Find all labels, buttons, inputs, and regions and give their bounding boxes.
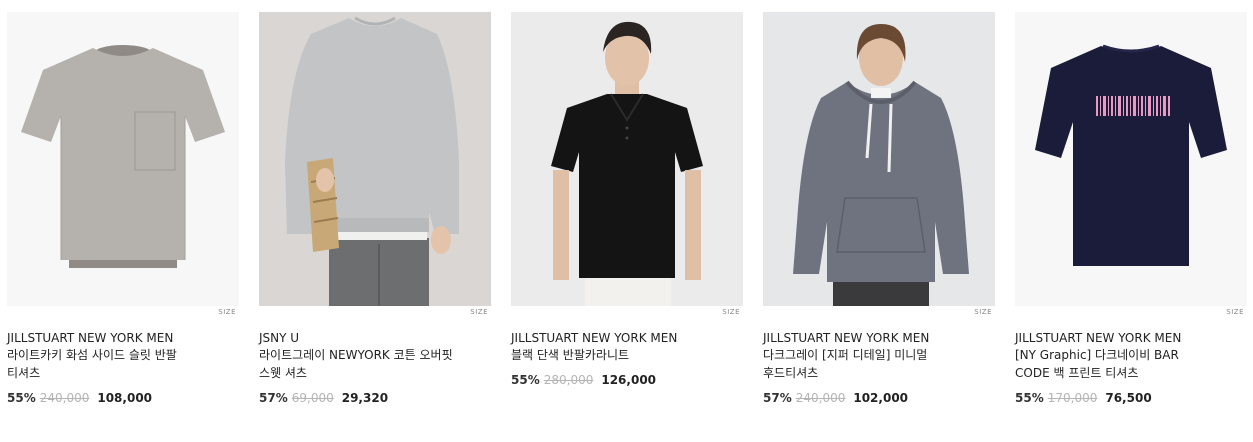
product-name[interactable]: 블랙 단색 반팔카라니트 <box>511 346 711 364</box>
product-name[interactable]: 라이트카키 화섬 사이드 슬릿 반팔 티셔츠 <box>7 346 207 382</box>
navy-barcode-tshirt-icon <box>1015 12 1247 306</box>
sale-price: 102,000 <box>853 391 909 405</box>
original-price: 240,000 <box>795 391 846 405</box>
gray-tshirt-icon <box>7 12 239 306</box>
product-name[interactable]: 라이트그레이 NEWYORK 코튼 오버핏 스웻 셔츠 <box>259 346 459 382</box>
original-price: 170,000 <box>1047 391 1098 405</box>
product-card[interactable]: SIZE JILLSTUART NEW YORK MEN 라이트카키 화섬 사이… <box>7 12 239 406</box>
product-card[interactable]: SIZE JILLSTUART NEW YORK MEN 블랙 단색 반팔카라니… <box>511 12 743 388</box>
gray-sweatshirt-icon <box>259 12 491 306</box>
brand-name: JILLSTUART NEW YORK MEN <box>7 331 174 345</box>
discount-rate: 55% <box>511 373 540 387</box>
sale-price: 108,000 <box>97 391 153 405</box>
product-card[interactable]: SIZE JILLSTUART NEW YORK MEN [NY Graphic… <box>1015 12 1247 406</box>
original-price: 280,000 <box>543 373 594 387</box>
product-image[interactable] <box>259 12 491 306</box>
product-image[interactable] <box>7 12 239 306</box>
brand-name: JILLSTUART NEW YORK MEN <box>511 331 678 345</box>
product-card[interactable]: SIZE JILLSTUART NEW YORK MEN 다크그레이 [지퍼 디… <box>763 12 995 406</box>
price-row: 57% 69,000 29,320 <box>259 390 491 406</box>
size-label: SIZE <box>1226 308 1244 316</box>
gray-hoodie-icon <box>763 12 995 306</box>
sale-price: 76,500 <box>1105 391 1152 405</box>
price-row: 55% 240,000 108,000 <box>7 390 239 406</box>
size-label: SIZE <box>218 308 236 316</box>
product-card[interactable]: SIZE JSNY U 라이트그레이 NEWYORK 코튼 오버핏 스웻 셔츠 … <box>259 12 491 406</box>
product-image[interactable] <box>763 12 995 306</box>
product-image[interactable] <box>511 12 743 306</box>
price-row: 57% 240,000 102,000 <box>763 390 995 406</box>
product-name[interactable]: [NY Graphic] 다크네이비 BAR CODE 백 프린트 티셔츠 <box>1015 346 1215 382</box>
brand-name: JILLSTUART NEW YORK MEN <box>1015 331 1182 345</box>
size-label: SIZE <box>470 308 488 316</box>
discount-rate: 57% <box>763 391 792 405</box>
size-label: SIZE <box>974 308 992 316</box>
discount-rate: 55% <box>7 391 36 405</box>
black-polo-icon <box>511 12 743 306</box>
size-label: SIZE <box>722 308 740 316</box>
brand-name: JSNY U <box>259 331 300 345</box>
product-grid: SIZE JILLSTUART NEW YORK MEN 라이트카키 화섬 사이… <box>0 0 1253 442</box>
brand-name: JILLSTUART NEW YORK MEN <box>763 331 930 345</box>
discount-rate: 57% <box>259 391 288 405</box>
discount-rate: 55% <box>1015 391 1044 405</box>
original-price: 69,000 <box>291 391 334 405</box>
price-row: 55% 170,000 76,500 <box>1015 390 1247 406</box>
product-name[interactable]: 다크그레이 [지퍼 디테일] 미니멀 후드티셔츠 <box>763 346 963 382</box>
original-price: 240,000 <box>39 391 90 405</box>
sale-price: 29,320 <box>341 391 389 405</box>
product-image[interactable] <box>1015 12 1247 306</box>
price-row: 55% 280,000 126,000 <box>511 372 743 388</box>
sale-price: 126,000 <box>601 373 657 387</box>
